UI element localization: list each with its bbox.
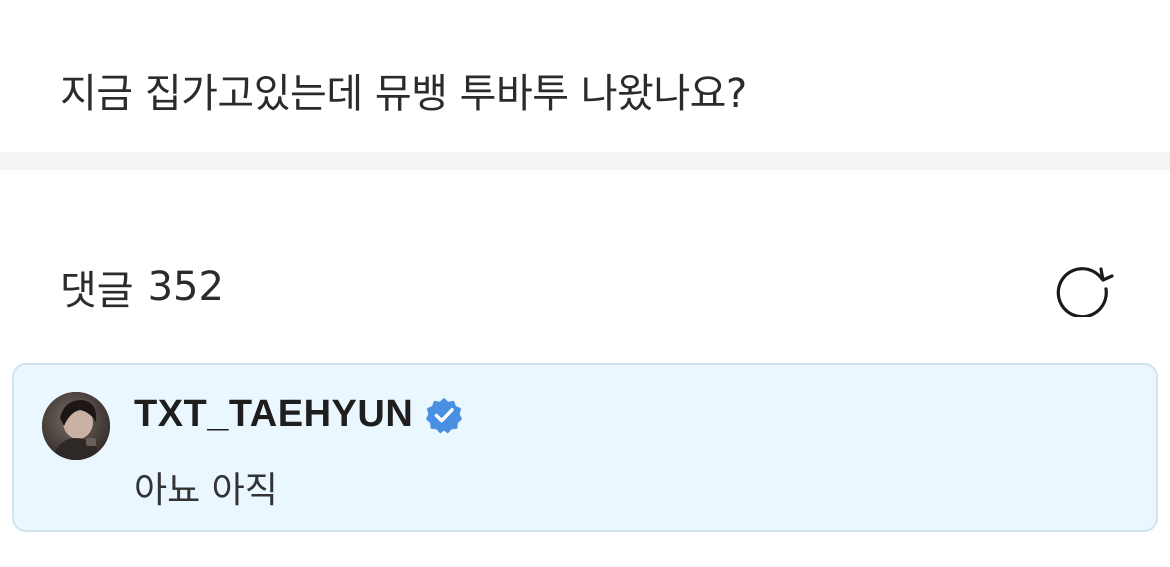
comment-username[interactable]: TXT_TAEHYUN bbox=[134, 393, 413, 436]
comment-author-row: TXT_TAEHYUN bbox=[134, 393, 463, 436]
post-text: 지금 집가고있는데 뮤뱅 투바투 나왔나요? bbox=[60, 71, 747, 117]
comments-count: 352 bbox=[147, 264, 224, 310]
refresh-icon bbox=[1056, 267, 1114, 317]
comment-text: 아뇨 아직 bbox=[134, 470, 278, 511]
comments-label: 댓글 bbox=[60, 268, 134, 314]
verified-badge-icon bbox=[426, 397, 463, 434]
comment-card: TXT_TAEHYUN 아뇨 아직 bbox=[12, 363, 1158, 532]
section-divider bbox=[0, 152, 1170, 170]
comments-header: 댓글 352 bbox=[60, 255, 1114, 319]
avatar[interactable] bbox=[42, 392, 110, 460]
comments-title: 댓글 352 bbox=[60, 258, 224, 316]
avatar-image bbox=[42, 392, 110, 460]
refresh-button[interactable] bbox=[1052, 255, 1116, 319]
